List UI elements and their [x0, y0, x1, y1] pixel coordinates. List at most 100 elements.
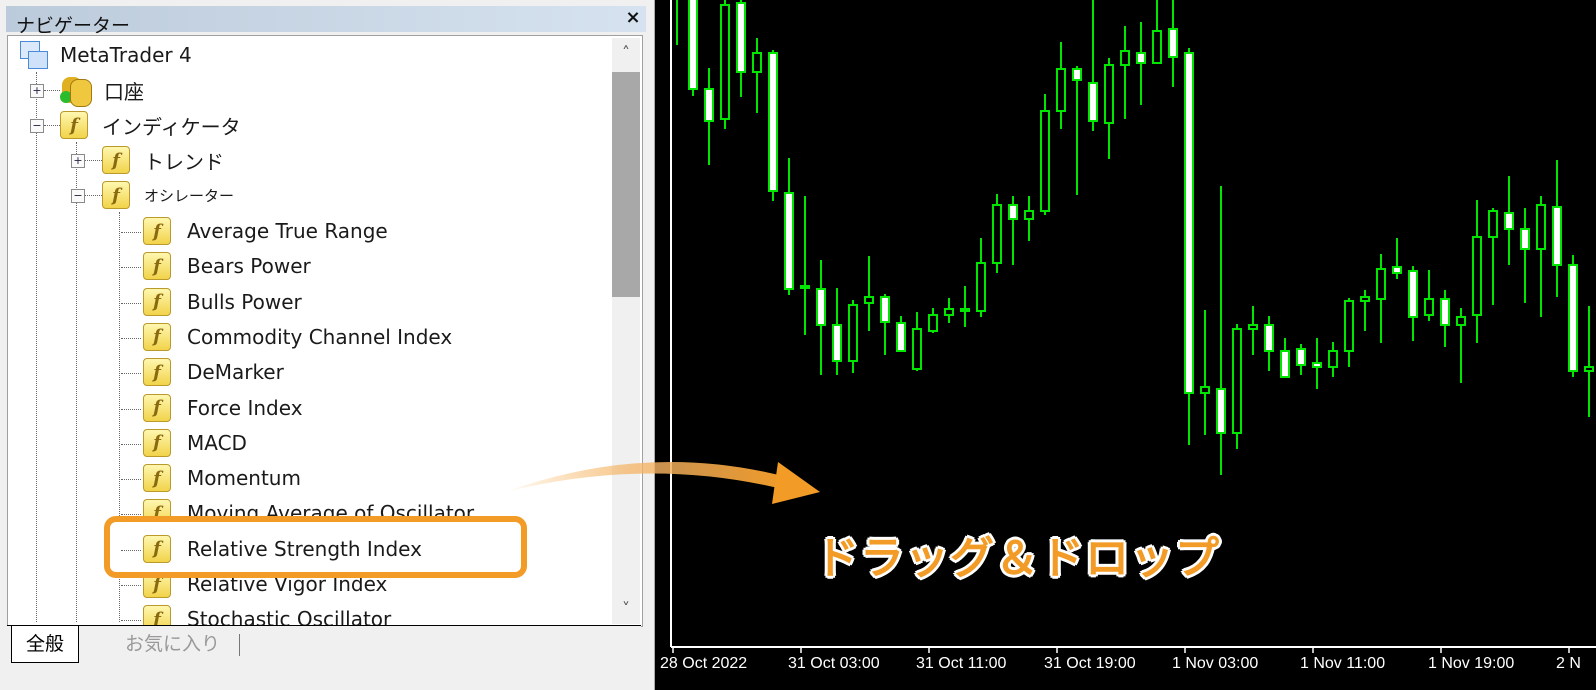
- time-axis-label: 1 Nov 19:00: [1428, 655, 1515, 672]
- expander-icon[interactable]: −: [30, 119, 44, 133]
- indicator-icon: f: [143, 217, 171, 245]
- close-icon[interactable]: ×: [622, 6, 644, 30]
- tree-item-indicator[interactable]: f Bulls Power: [143, 286, 302, 318]
- expander-icon[interactable]: +: [30, 84, 44, 98]
- tree-item-indicator[interactable]: f Bears Power: [143, 250, 311, 282]
- tree-item-indicator[interactable]: f Commodity Channel Index: [143, 321, 452, 353]
- candle-body-bearish: [1504, 212, 1514, 230]
- tree-item-root[interactable]: MetaTrader 4: [20, 39, 192, 71]
- indicator-label: Momentum: [187, 466, 301, 491]
- indicator-label: MACD: [187, 430, 247, 455]
- scroll-up-button[interactable]: ˄: [612, 38, 640, 68]
- tree-line: [85, 160, 102, 161]
- tree-item-indicator[interactable]: f MACD: [143, 427, 247, 459]
- candle-body-bearish: [1264, 324, 1274, 352]
- candle-body-bullish: [1376, 268, 1386, 300]
- tree-item-folder[interactable]: f インディケータ: [60, 109, 241, 141]
- indicator-icon: f: [143, 534, 171, 563]
- tree-line: [121, 232, 141, 233]
- indicator-icon: f: [143, 428, 171, 457]
- candle-body-bullish: [1024, 210, 1034, 220]
- time-axis-label: 2 N: [1556, 655, 1581, 672]
- candle-body-bearish: [816, 288, 826, 326]
- candle-body-bullish: [1232, 328, 1242, 434]
- tree-item-indicator[interactable]: f DeMarker: [143, 356, 284, 388]
- price-chart[interactable]: [656, 0, 1596, 690]
- tab-divider: [239, 634, 240, 656]
- tree-line: [121, 373, 141, 375]
- tree-line: [121, 585, 141, 586]
- tree-item-folder[interactable]: 口座: [60, 74, 144, 107]
- indicator-label: Average True Range: [187, 219, 388, 243]
- candle-body-bullish: [1536, 204, 1546, 250]
- candle-body-bullish: [928, 314, 938, 332]
- tab-favorites[interactable]: お気に入り: [111, 626, 234, 662]
- candle-body-bullish: [944, 308, 954, 316]
- tree-line: [121, 443, 141, 445]
- candle-body-bullish: [1056, 68, 1066, 112]
- tree-line: [121, 620, 141, 622]
- tree-line: [76, 142, 77, 622]
- indicator-folder-icon: f: [102, 146, 130, 174]
- candle-body-bearish: [1312, 362, 1322, 368]
- indicator-label: Relative Strength Index: [187, 536, 422, 561]
- candle-body-bearish: [1552, 206, 1562, 266]
- expander-icon[interactable]: −: [71, 189, 85, 203]
- tree-item-indicator[interactable]: f Force Index: [143, 392, 303, 424]
- candle-body-bullish: [912, 328, 922, 370]
- candle-body-bullish: [864, 296, 874, 304]
- tab-general[interactable]: 全般: [11, 626, 80, 663]
- tree-item-label: 口座: [104, 79, 144, 104]
- tree-line: [121, 302, 141, 304]
- expander-icon[interactable]: +: [71, 154, 85, 168]
- scroll-thumb[interactable]: [612, 72, 640, 297]
- indicator-icon: f: [143, 358, 171, 387]
- tree-item-indicator[interactable]: f Average True Range: [143, 215, 388, 247]
- candle-body-bullish: [1328, 350, 1338, 368]
- indicator-folder-icon: f: [60, 111, 88, 139]
- time-axis-label: 1 Nov 03:00: [1172, 655, 1259, 672]
- tree-line: [121, 267, 141, 269]
- candle-body-bearish: [1296, 348, 1306, 366]
- candle-body-bearish: [1168, 28, 1178, 58]
- candle-body-bearish: [784, 192, 794, 290]
- candle-body-bullish: [1344, 300, 1354, 352]
- indicator-label: Commodity Channel Index: [187, 324, 453, 349]
- tree-line: [85, 195, 102, 196]
- candle-body-bullish: [992, 204, 1002, 264]
- candle-body-bearish: [768, 52, 778, 192]
- time-axis-label: 31 Oct 19:00: [1044, 655, 1136, 672]
- tree-item-label: トレンド: [144, 149, 224, 174]
- tree-item-folder[interactable]: f オシレーター: [102, 179, 234, 211]
- tree-line: [121, 479, 141, 481]
- navigator-titlebar: ナビゲーター: [6, 6, 646, 37]
- candle-body-bullish: [976, 262, 986, 312]
- tree-item-label: オシレーター: [144, 186, 235, 205]
- navigator-title: ナビゲーター: [16, 15, 131, 37]
- candle-body-bearish: [1568, 264, 1578, 372]
- tree-scrollbar[interactable]: ˄ ˅: [612, 38, 640, 624]
- indicator-folder-icon: f: [102, 181, 130, 209]
- candle-body-bearish: [880, 296, 890, 323]
- indicator-label: Force Index: [187, 395, 303, 420]
- candle-body-bearish: [1072, 68, 1082, 81]
- scroll-down-button[interactable]: ˅: [612, 594, 640, 624]
- tree-line: [36, 72, 37, 622]
- indicator-label: Bulls Power: [187, 289, 302, 314]
- drag-and-drop-label: ドラッグ＆ドロップ: [815, 533, 1220, 584]
- candle-body-bearish: [1184, 52, 1194, 394]
- candle-body-bearish: [1008, 204, 1018, 220]
- tree-item-folder[interactable]: f トレンド: [102, 144, 224, 176]
- navigator-panel: ナビゲーター × MetaTrader 4 + 口座 − f インディケータ + f トレンド −…: [0, 0, 655, 690]
- accounts-icon: [60, 75, 92, 107]
- tree-item-indicator[interactable]: f Momentum: [143, 462, 301, 494]
- candle-body-bullish: [1248, 324, 1258, 330]
- candle-body-bearish: [832, 324, 842, 362]
- tree-item-rsi-highlighted[interactable]: f Relative Strength Index: [143, 533, 422, 565]
- candle-body-bearish: [960, 308, 970, 312]
- candle-body-bearish: [1392, 266, 1402, 274]
- candle-body-bearish: [800, 285, 810, 289]
- indicator-icon: f: [143, 322, 171, 351]
- tree-line: [121, 408, 141, 410]
- candle-body-bearish: [688, 0, 698, 90]
